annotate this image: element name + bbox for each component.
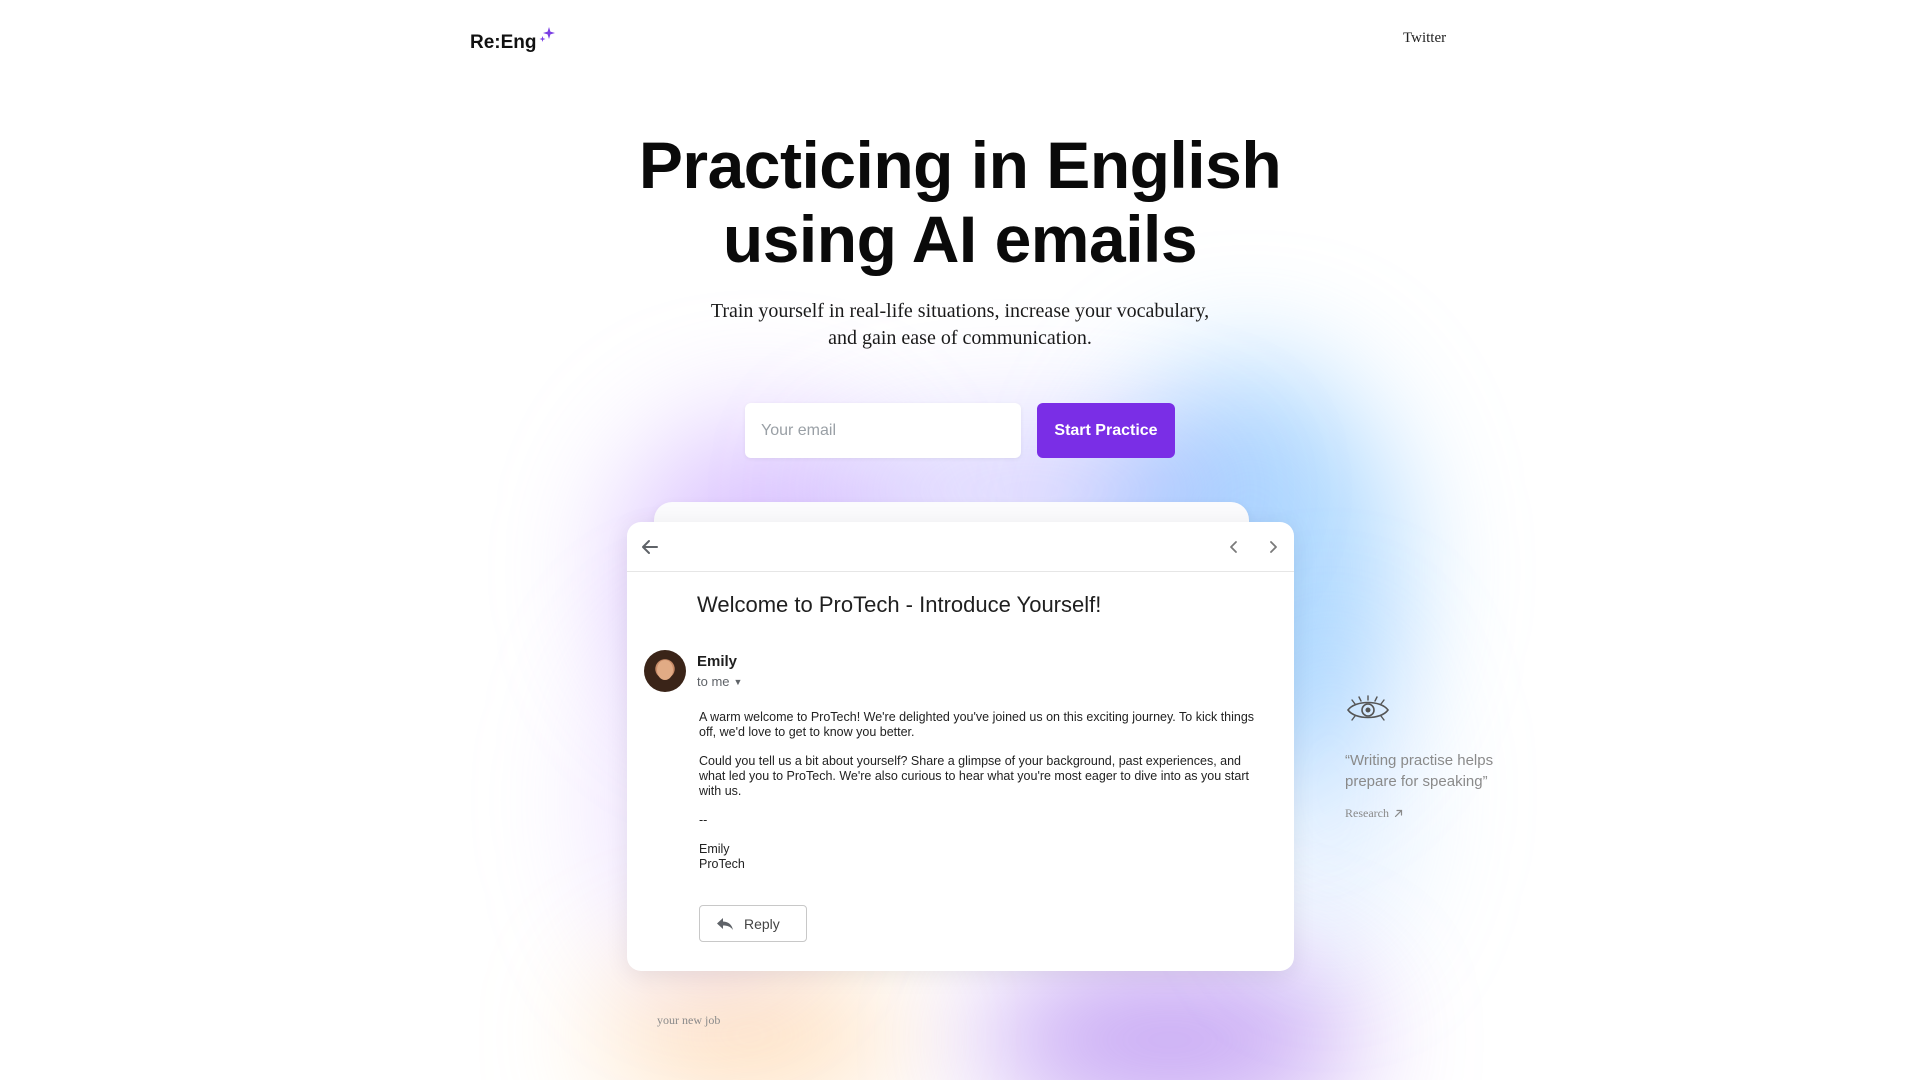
email-body: A warm welcome to ProTech! We're delight… [699, 710, 1259, 872]
back-arrow-icon[interactable] [638, 535, 662, 559]
sender-name: Emily [697, 653, 738, 670]
research-link[interactable]: Research [1345, 806, 1403, 821]
hero-subtitle-line2: and gain ease of communication. [828, 327, 1092, 349]
email-input[interactable] [745, 403, 1021, 458]
reply-icon [717, 917, 733, 930]
email-subject: Welcome to ProTech - Introduce Yourself! [697, 592, 1102, 617]
email-body-paragraph: A warm welcome to ProTech! We're delight… [699, 710, 1255, 739]
chevron-left-icon[interactable] [1222, 535, 1246, 559]
signature-name: Emily [699, 842, 730, 856]
hero-title: Practicing in English using AI emails [460, 128, 1460, 276]
recipient-label: to me [697, 674, 730, 689]
email-toolbar [627, 522, 1294, 572]
logo[interactable]: Re:Eng [470, 27, 555, 54]
twitter-link[interactable]: Twitter [1403, 30, 1446, 47]
caret-down-icon: ▼ [733, 676, 743, 687]
logo-text: Re:Eng [470, 32, 537, 53]
hero-subtitle-line1: Train yourself in real-life situations, … [710, 300, 1210, 322]
sparkle-icon [539, 27, 555, 42]
research-link-label: Research [1345, 806, 1389, 820]
recipient-dropdown[interactable]: to me ▼ [697, 674, 742, 689]
hero-title-line2: using AI emails [722, 202, 1198, 276]
testimonial-quote: “Writing practise helps prepare for spea… [1345, 752, 1494, 790]
hero-subtitle: Train yourself in real-life situations, … [560, 298, 1360, 352]
reply-label: Reply [744, 915, 780, 932]
email-preview-card: Welcome to ProTech - Introduce Yourself!… [627, 522, 1294, 971]
reply-button[interactable]: Reply [699, 905, 807, 942]
chevron-right-icon[interactable] [1261, 535, 1285, 559]
arrow-up-right-icon [1394, 809, 1403, 818]
signature-separator: -- [699, 813, 708, 827]
hero-title-line1: Practicing in English [638, 128, 1282, 202]
email-body-paragraph: Could you tell us a bit about yourself? … [699, 754, 1249, 798]
eye-icon [1347, 695, 1389, 721]
signature-company: ProTech [699, 857, 745, 871]
start-practice-button[interactable]: Start Practice [1037, 403, 1175, 458]
avatar [644, 650, 686, 692]
footnote-caption: your new job [657, 1013, 721, 1027]
